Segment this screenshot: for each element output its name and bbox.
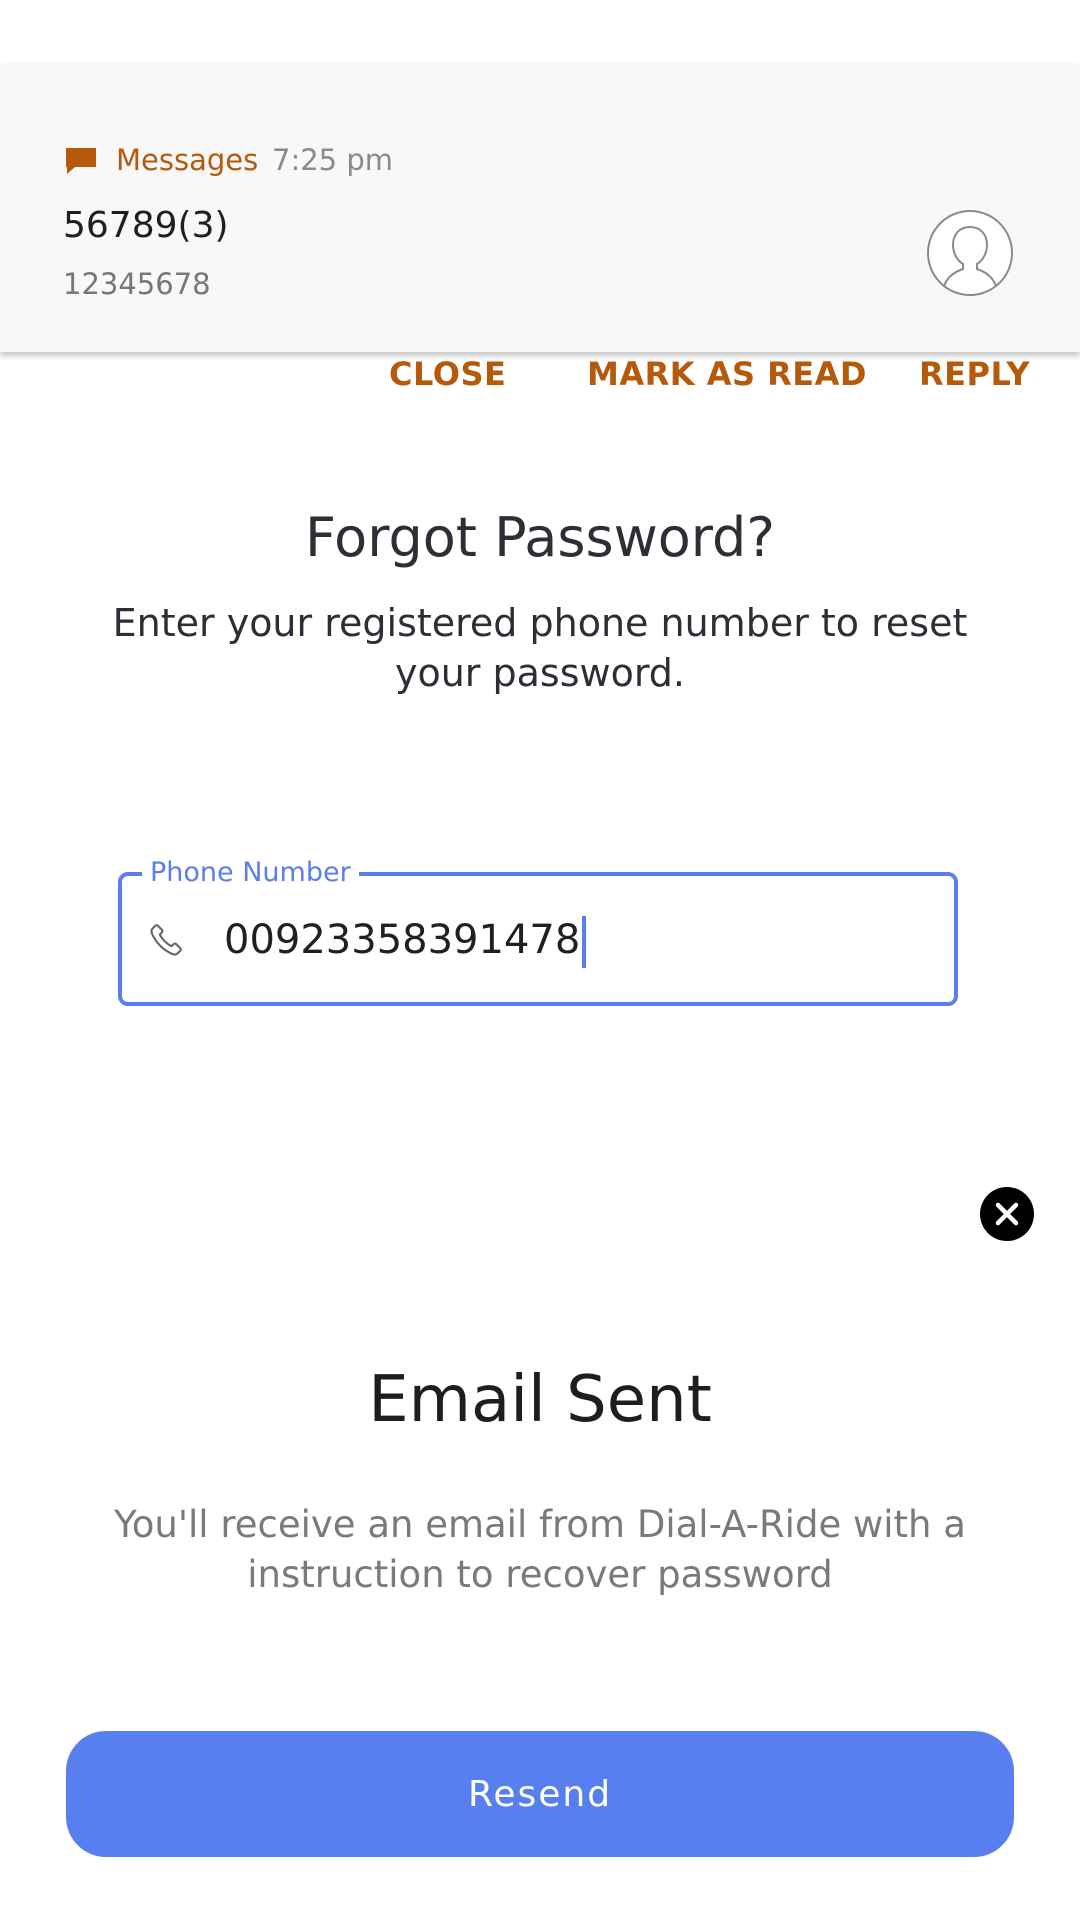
- notification-title: 56789(3): [63, 205, 229, 246]
- phone-number-label: Phone Number: [142, 856, 359, 890]
- message-bubble-icon: [66, 148, 96, 174]
- resend-button[interactable]: Resend: [66, 1731, 1014, 1857]
- reply-button[interactable]: REPLY: [919, 354, 1030, 394]
- notification-time: 7:25 pm: [272, 143, 393, 177]
- page-subtitle: Enter your registered phone number to re…: [112, 601, 968, 695]
- email-sent-description: You'll receive an email from Dial-A-Ride…: [114, 1503, 966, 1596]
- phone-icon: [150, 924, 182, 956]
- default-avatar-icon: [927, 210, 1013, 296]
- notification-body: 12345678: [63, 267, 211, 301]
- notification-close-button[interactable]: CLOSE: [389, 354, 506, 394]
- phone-number-input[interactable]: 00923358391478: [224, 915, 587, 968]
- message-notification[interactable]: Messages 7:25 pm 56789(3) 12345678 CLOSE…: [0, 63, 1080, 393]
- notification-app-name: Messages: [116, 143, 259, 177]
- page-title: Forgot Password?: [305, 506, 775, 569]
- phone-number-value: 00923358391478: [224, 917, 581, 963]
- mark-as-read-button[interactable]: MARK AS READ: [587, 354, 867, 394]
- close-icon: [995, 1202, 1019, 1226]
- forgot-password-screen: Messages 7:25 pm 56789(3) 12345678 CLOSE…: [0, 0, 1080, 1920]
- text-cursor: [582, 916, 587, 968]
- close-sheet-button[interactable]: [980, 1187, 1034, 1241]
- email-sent-title: Email Sent: [368, 1363, 712, 1437]
